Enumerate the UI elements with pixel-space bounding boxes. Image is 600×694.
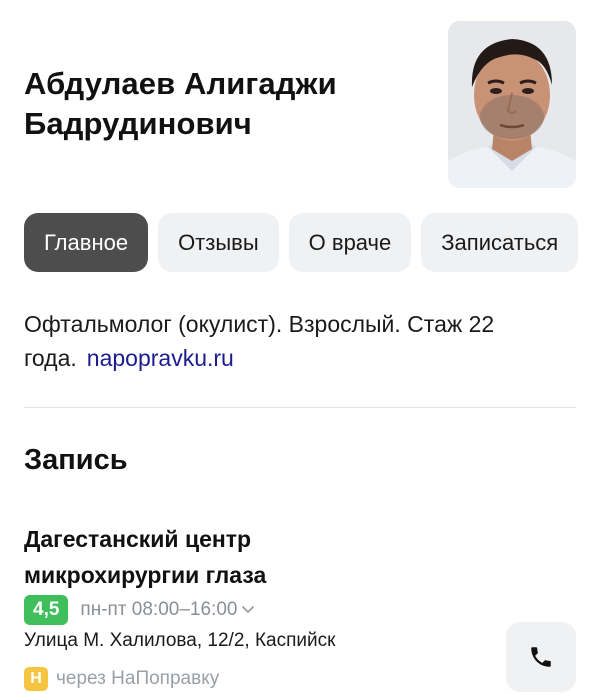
tab-book[interactable]: Записаться: [421, 213, 579, 272]
clinic-name-line1: Дагестанский центр: [24, 526, 252, 552]
doctor-card: Абдулаев Алигаджи Бадрудинович Главное О…: [0, 0, 600, 694]
section-divider: [24, 407, 576, 408]
tab-main[interactable]: Главное: [24, 213, 149, 272]
doctor-name-line1: Абдулаев Алигаджи: [24, 66, 337, 101]
working-hours-text: пн-пт 08:00–16:00: [80, 599, 238, 620]
card-top-edge: [0, 0, 600, 22]
rating-badge: 4,5: [24, 595, 69, 625]
chevron-down-icon[interactable]: [241, 605, 255, 615]
working-hours[interactable]: пн-пт 08:00–16:00: [80, 595, 255, 625]
doctor-description: Офтальмолог (окулист). Взрослый. Стаж 22…: [24, 307, 584, 375]
provider-logo-icon: Н: [24, 667, 48, 691]
clinic-name-line2: микрохирургии глаза: [24, 562, 267, 588]
phone-icon: [531, 647, 551, 667]
provider-text: через НаПоправку: [56, 668, 220, 689]
clinic-address: Улица М. Халилова, 12/2, Каспийск: [24, 630, 336, 651]
tab-bar: Главное Отзывы О враче Записаться: [24, 213, 579, 272]
doctor-name: Абдулаев Алигаджи Бадрудинович: [24, 64, 424, 144]
clinic-name[interactable]: Дагестанский центр микрохирургии глаза: [24, 521, 424, 593]
source-link[interactable]: napopravku.ru: [87, 345, 234, 371]
booking-section-title: Запись: [24, 444, 128, 476]
call-button[interactable]: [506, 622, 576, 692]
doctor-photo[interactable]: [448, 21, 576, 188]
booking-provider-row: Н через НаПоправку: [24, 666, 219, 692]
doctor-portrait-image: [448, 21, 576, 188]
clinic-rating-hours-row: 4,5 пн-пт 08:00–16:00: [24, 595, 255, 625]
tab-about-doctor[interactable]: О враче: [288, 213, 412, 272]
tab-reviews[interactable]: Отзывы: [158, 213, 279, 272]
doctor-name-line2: Бадрудинович: [24, 106, 252, 141]
